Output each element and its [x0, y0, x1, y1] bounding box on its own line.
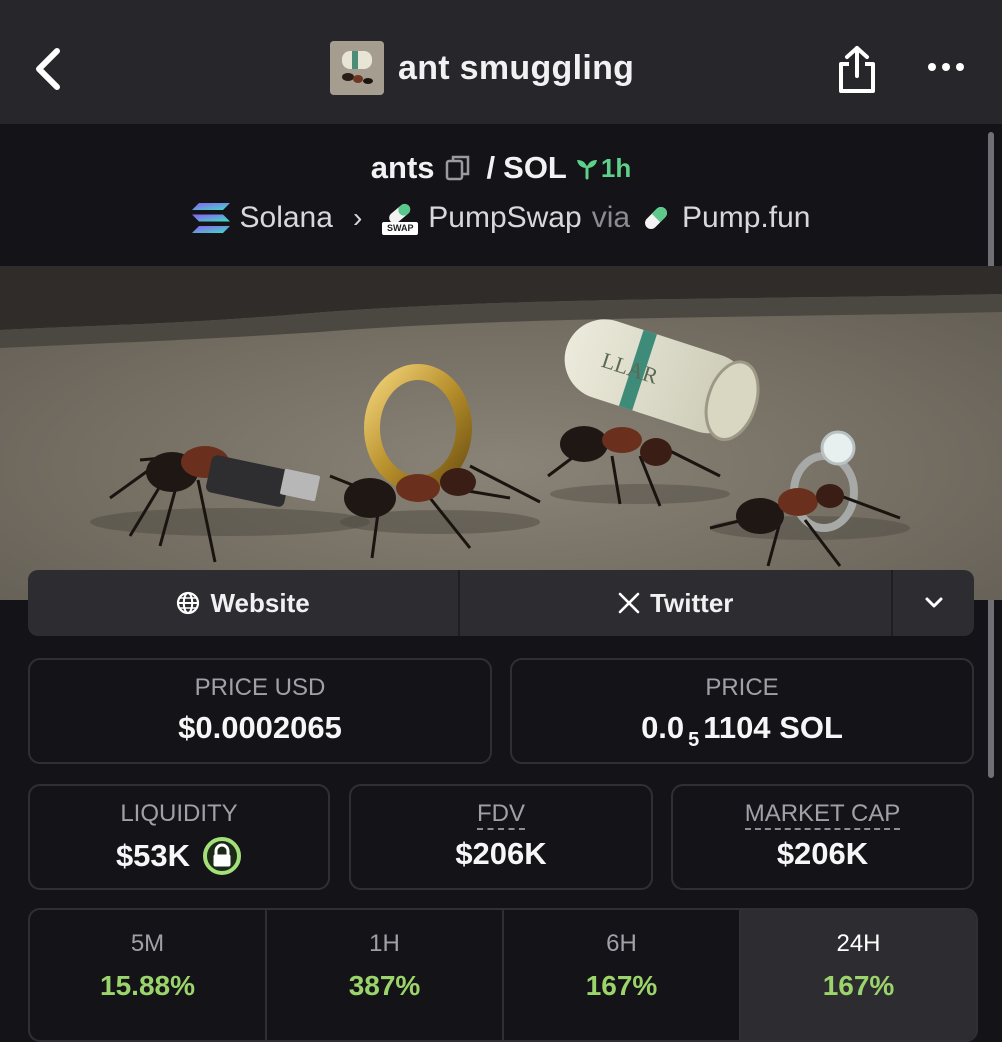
liquidity-value: $53K — [115, 838, 191, 873]
liquidity-label: LIQUIDITY — [120, 800, 238, 827]
market-cap-box: MARKET CAP $206K — [671, 784, 974, 890]
pill-icon — [645, 207, 667, 229]
links-row: Website Twitter — [28, 570, 974, 636]
more-links-dropdown[interactable] — [893, 570, 974, 636]
base-token: ants — [370, 150, 435, 185]
chevron-right-icon: › — [352, 202, 363, 233]
pair-age-value: 1h — [600, 152, 632, 183]
token-title: ant smuggling — [330, 40, 634, 96]
website-label: Website — [210, 587, 310, 618]
dex-name[interactable]: PumpSwap — [428, 201, 581, 235]
price-change-row: 5M 15.88% 1H 387% 6H 167% 24H 167% — [28, 908, 978, 1042]
pair-line: ants / SOL 1h — [0, 148, 1002, 188]
top-bar: ant smuggling — [0, 0, 1002, 124]
pumpswap-icon: SWAP — [382, 200, 419, 236]
chain-line: Solana › SWAP PumpSwap via Pump.fun — [0, 198, 1002, 238]
twitter-button[interactable]: Twitter — [460, 570, 894, 636]
more-horizontal-icon — [928, 63, 936, 71]
price-usd-value: $0.0002065 — [178, 710, 342, 745]
share-icon — [839, 46, 875, 93]
launchpad-name[interactable]: Pump.fun — [682, 201, 810, 235]
x-logo-icon — [618, 592, 640, 614]
tab-label: 1H — [369, 930, 400, 957]
change-value: 15.88% — [100, 970, 195, 1001]
twitter-label: Twitter — [650, 587, 734, 618]
via-label: via — [591, 201, 631, 234]
more-button[interactable] — [922, 52, 970, 82]
price-native-value: 0.0 5 1104 SOL — [641, 710, 843, 751]
change-value: 167% — [585, 970, 658, 1001]
change-value: 167% — [822, 970, 895, 1001]
market-cap-label[interactable]: MARKET CAP — [744, 800, 901, 830]
share-button[interactable] — [832, 44, 882, 96]
pair-separator: / — [486, 150, 496, 185]
tab-24h[interactable]: 24H 167% — [741, 910, 976, 1040]
price-native-label: PRICE — [705, 674, 779, 701]
fdv-box: FDV $206K — [349, 784, 653, 890]
fdv-label[interactable]: FDV — [477, 800, 525, 830]
sprout-icon — [576, 160, 597, 180]
copy-icon[interactable] — [445, 154, 471, 182]
chevron-left-icon — [36, 48, 60, 90]
price-usd-box: PRICE USD $0.0002065 — [28, 658, 492, 764]
globe-icon — [177, 591, 200, 615]
token-thumbnail — [330, 41, 384, 95]
liquidity-box: LIQUIDITY $53K — [28, 784, 330, 890]
price-usd-label: PRICE USD — [194, 674, 326, 701]
solana-icon — [191, 203, 230, 233]
chevron-down-icon — [925, 597, 943, 608]
tab-6h[interactable]: 6H 167% — [504, 910, 741, 1040]
fdv-value: $206K — [455, 836, 547, 871]
back-button[interactable] — [26, 42, 70, 96]
pair-age: 1h — [575, 153, 631, 184]
page-title: ant smuggling — [398, 48, 635, 87]
pair-info: ants / SOL 1h Solana › SWAP PumpSwap via… — [0, 124, 1002, 266]
price-native-box: PRICE 0.0 5 1104 SOL — [510, 658, 974, 764]
tab-1h[interactable]: 1H 387% — [267, 910, 504, 1040]
quote-token: SOL — [503, 150, 567, 185]
tab-5m[interactable]: 5M 15.88% — [30, 910, 267, 1040]
tab-label: 24H — [836, 930, 881, 957]
zero-count-subscript: 5 — [688, 729, 700, 751]
liquidity-value-row: $53K — [30, 836, 328, 876]
lock-icon[interactable] — [202, 836, 242, 876]
change-value: 387% — [348, 970, 421, 1001]
chain-name[interactable]: Solana — [240, 201, 333, 235]
tab-label: 5M — [130, 930, 165, 957]
market-cap-value: $206K — [776, 836, 869, 871]
website-button[interactable]: Website — [28, 570, 461, 636]
token-banner-image: LLAR — [0, 266, 1002, 600]
tab-label: 6H — [606, 930, 637, 957]
